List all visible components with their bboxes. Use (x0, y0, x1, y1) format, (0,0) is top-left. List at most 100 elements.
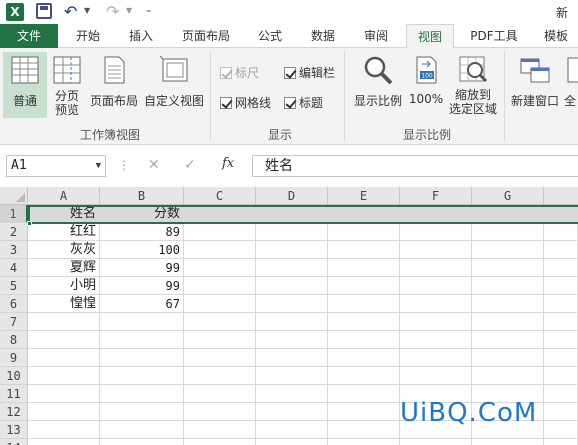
empty-cell[interactable] (28, 367, 100, 385)
select-all-button[interactable] (0, 187, 28, 205)
empty-cell[interactable] (400, 259, 472, 277)
empty-cell[interactable] (184, 439, 256, 445)
row-header-3[interactable]: 3 (0, 241, 28, 259)
cell-b1[interactable]: 分数 (100, 205, 184, 223)
undo-dropdown-icon[interactable]: ▼ (84, 6, 90, 15)
empty-cell[interactable] (100, 439, 184, 445)
empty-cell[interactable] (100, 331, 184, 349)
empty-cell[interactable] (256, 313, 328, 331)
empty-cell[interactable] (328, 277, 400, 295)
cell-b5[interactable]: 99 (100, 277, 184, 295)
tab-review[interactable]: 审阅 (353, 24, 399, 48)
empty-cell[interactable] (400, 313, 472, 331)
empty-cell[interactable] (328, 439, 400, 445)
row-header-8[interactable]: 8 (0, 331, 28, 349)
tab-pdf-tools[interactable]: PDF工具 (462, 24, 526, 48)
empty-cell[interactable] (472, 313, 544, 331)
empty-cell[interactable] (184, 403, 256, 421)
column-header-h[interactable] (544, 187, 578, 205)
name-box[interactable]: A1 ▼ (6, 155, 106, 177)
cell-b6[interactable]: 67 (100, 295, 184, 313)
empty-cell[interactable] (544, 367, 578, 385)
row-header-7[interactable]: 7 (0, 313, 28, 331)
cell-b2[interactable]: 89 (100, 223, 184, 241)
empty-cell[interactable] (328, 367, 400, 385)
column-header-a[interactable]: A (28, 187, 100, 205)
empty-cell[interactable] (28, 403, 100, 421)
empty-cell[interactable] (472, 277, 544, 295)
empty-cell[interactable] (544, 277, 578, 295)
empty-cell[interactable] (256, 385, 328, 403)
chevron-down-icon[interactable]: ▼ (96, 156, 101, 176)
empty-cell[interactable] (544, 331, 578, 349)
empty-cell[interactable] (328, 331, 400, 349)
column-header-c[interactable]: C (184, 187, 256, 205)
empty-cell[interactable] (256, 349, 328, 367)
empty-cell[interactable] (328, 403, 400, 421)
empty-cell[interactable] (400, 223, 472, 241)
tab-templates[interactable]: 模板 (534, 24, 578, 48)
zoom-to-selection-button[interactable]: 缩放到 选定区域 (446, 52, 500, 126)
cell-a6[interactable]: 惶惶 (28, 295, 100, 313)
empty-cell[interactable] (472, 259, 544, 277)
empty-cell[interactable] (472, 223, 544, 241)
empty-cell[interactable] (328, 223, 400, 241)
empty-cell[interactable] (328, 259, 400, 277)
empty-cell[interactable] (472, 349, 544, 367)
empty-cell[interactable] (184, 259, 256, 277)
empty-cell[interactable] (184, 241, 256, 259)
row-header-6[interactable]: 6 (0, 295, 28, 313)
row-header-5[interactable]: 5 (0, 277, 28, 295)
redo-icon[interactable]: ↷ (106, 2, 119, 21)
empty-cell[interactable] (256, 223, 328, 241)
row-header-1[interactable]: 1 (0, 205, 28, 223)
tab-file[interactable]: 文件 (0, 24, 58, 48)
headings-checkbox[interactable]: 标题 (284, 94, 323, 111)
column-header-b[interactable]: B (100, 187, 184, 205)
empty-cell[interactable] (544, 349, 578, 367)
empty-cell[interactable] (256, 421, 328, 439)
cell-b4[interactable]: 99 (100, 259, 184, 277)
redo-dropdown-icon[interactable]: ▼ (126, 6, 132, 15)
empty-cell[interactable] (184, 331, 256, 349)
ruler-checkbox[interactable]: 标尺 (220, 64, 259, 81)
custom-views-button[interactable]: 自定义视图 (142, 52, 206, 118)
empty-cell[interactable] (100, 349, 184, 367)
empty-cell[interactable] (184, 277, 256, 295)
column-header-d[interactable]: D (256, 187, 328, 205)
empty-cell[interactable] (472, 331, 544, 349)
empty-cell[interactable] (100, 385, 184, 403)
empty-cell[interactable] (100, 367, 184, 385)
excel-logo-icon[interactable]: X (6, 3, 24, 21)
cell-a5[interactable]: 小明 (28, 277, 100, 295)
column-header-g[interactable]: G (472, 187, 544, 205)
empty-cell[interactable] (184, 367, 256, 385)
tab-formulas[interactable]: 公式 (248, 24, 292, 48)
column-header-f[interactable]: F (400, 187, 472, 205)
empty-cell[interactable] (328, 349, 400, 367)
zoom-button[interactable]: 显示比例 (352, 52, 404, 118)
empty-cell[interactable] (256, 277, 328, 295)
row-header-10[interactable]: 10 (0, 367, 28, 385)
empty-cell[interactable] (328, 421, 400, 439)
column-header-e[interactable]: E (328, 187, 400, 205)
empty-cell[interactable] (400, 349, 472, 367)
empty-cell[interactable] (400, 367, 472, 385)
empty-cell[interactable] (28, 313, 100, 331)
empty-cell[interactable] (328, 295, 400, 313)
empty-cell[interactable] (328, 313, 400, 331)
empty-cell[interactable] (28, 421, 100, 439)
cell-a3[interactable]: 灰灰 (28, 241, 100, 259)
formula-input[interactable]: 姓名 (252, 155, 578, 177)
new-window-button[interactable]: 新建窗口 (508, 52, 562, 118)
fill-handle[interactable] (27, 221, 32, 226)
empty-cell[interactable] (256, 295, 328, 313)
normal-view-button[interactable]: 普通 (3, 52, 47, 118)
empty-cell[interactable] (544, 313, 578, 331)
cell-a2[interactable]: 红红 (28, 223, 100, 241)
page-break-preview-button[interactable]: 分页 预览 (49, 52, 85, 122)
zoom-100-button[interactable]: 100 100% (406, 52, 446, 118)
empty-cell[interactable] (184, 295, 256, 313)
empty-cell[interactable] (184, 385, 256, 403)
empty-cell[interactable] (100, 421, 184, 439)
